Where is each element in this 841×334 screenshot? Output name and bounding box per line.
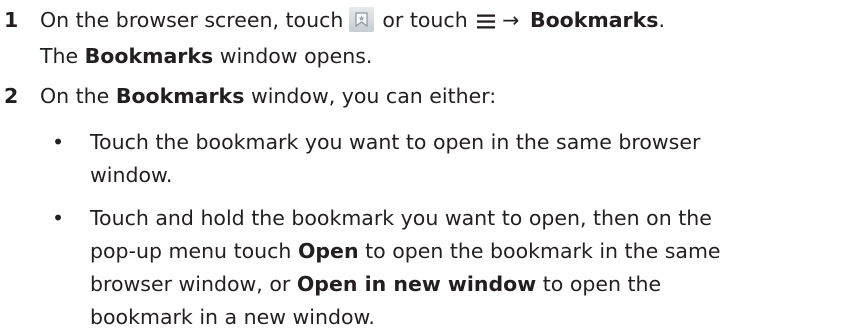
text: The xyxy=(40,44,79,68)
bookmark-icon xyxy=(349,7,375,32)
text: . xyxy=(658,8,666,32)
step-2-line-1: On the Bookmarks window, you can either: xyxy=(40,80,841,113)
step-number: 1 xyxy=(4,8,19,32)
text: browser window, or xyxy=(90,272,291,296)
window-label: Bookmarks xyxy=(84,44,214,68)
text: or touch xyxy=(382,8,468,32)
bullet-line: Touch the bookmark you want to open in t… xyxy=(90,130,701,154)
step-body: On the browser screen, touch or touch → B… xyxy=(40,4,841,73)
option-open: Open xyxy=(297,239,359,263)
bullet-line: window. xyxy=(90,163,173,187)
instructions-document: 1 On the browser screen, touch or touch →… xyxy=(0,0,841,329)
text: window, you can either: xyxy=(250,84,497,108)
text: pop-up menu touch xyxy=(90,239,292,263)
bullet-line: pop-up menu touch Open to open the bookm… xyxy=(90,235,841,268)
menu-label: Bookmarks xyxy=(529,8,659,32)
step-number: 2 xyxy=(4,84,19,108)
step-body: On the Bookmarks window, you can either: xyxy=(40,80,841,113)
text: to open the bookmark in the same xyxy=(365,239,721,263)
text: window opens. xyxy=(219,44,373,68)
arrow: → xyxy=(502,8,520,32)
bullet-text: Touch and hold the bookmark you want to … xyxy=(90,202,841,334)
window-label: Bookmarks xyxy=(115,84,245,108)
text: On the browser screen, touch xyxy=(40,8,344,32)
bullet-dot: • xyxy=(52,206,65,230)
bullet-line: browser window, or Open in new window to… xyxy=(90,268,841,301)
step-1-line-1: On the browser screen, touch or touch → B… xyxy=(40,4,841,40)
bullet-line: bookmark in a new window. xyxy=(90,305,375,329)
step-1-line-2: The Bookmarks window opens. xyxy=(40,40,841,73)
text: On the xyxy=(40,84,110,108)
text: to open the xyxy=(542,272,662,296)
bullet-dot: • xyxy=(52,130,65,154)
bullet-line: Touch and hold the bookmark you want to … xyxy=(90,206,712,230)
menu-icon xyxy=(476,7,496,40)
bullet-text: Touch the bookmark you want to open in t… xyxy=(90,126,841,192)
option-open-new-window: Open in new window xyxy=(296,272,537,296)
